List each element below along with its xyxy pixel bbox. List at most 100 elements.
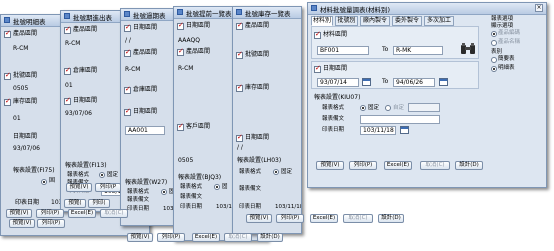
product-range-checkbox[interactable]: [4, 29, 11, 38]
batch-range-value[interactable]: 0505: [13, 85, 28, 93]
format-fixed-radio[interactable]: [360, 105, 366, 111]
date-range-label: 日期區間: [73, 97, 98, 104]
print-button[interactable]: 列印(P): [349, 161, 377, 170]
date-range-value[interactable]: / /: [125, 37, 131, 45]
excel-button[interactable]: Excel(E): [384, 161, 412, 170]
binoculars-icon[interactable]: [460, 42, 476, 55]
setup-button[interactable]: 設計(D): [455, 161, 483, 170]
preview-button[interactable]: 預覽(V): [316, 161, 344, 170]
print-button[interactable]: 列印(: [88, 199, 110, 208]
date-range-checkbox[interactable]: [314, 64, 321, 73]
report-settings-label: 報表設置(FI13): [65, 162, 107, 169]
stock-range-checkbox[interactable]: [236, 83, 243, 92]
setup-button[interactable]: 設計(D): [257, 233, 283, 242]
format-select[interactable]: [408, 103, 440, 112]
warehouse-range-checkbox[interactable]: [64, 66, 71, 75]
date-range-checkbox[interactable]: [236, 133, 243, 142]
product-range-checkbox[interactable]: [64, 25, 71, 34]
product-range-value[interactable]: R-CM: [125, 66, 140, 74]
app-icon: [311, 5, 317, 11]
print-button[interactable]: 列印(P): [276, 214, 304, 223]
opt-product-name-radio[interactable]: [491, 40, 497, 46]
warehouse-range-value[interactable]: 01: [65, 82, 73, 90]
batch-range-label: 批號區間: [245, 51, 270, 58]
date-range-checkbox[interactable]: [124, 23, 131, 32]
warehouse-range-input[interactable]: AA001: [125, 126, 165, 135]
batch-range-checkbox[interactable]: [236, 50, 243, 59]
product-range-checkbox[interactable]: [177, 47, 184, 56]
date-from-input[interactable]: 93/07/14: [317, 78, 359, 87]
tab-outsource-order[interactable]: 委外製令: [392, 16, 422, 26]
stock-range-checkbox[interactable]: [4, 97, 11, 106]
date-range-value[interactable]: AAAQQ: [178, 37, 200, 45]
report-note-label: 報表備文: [127, 197, 150, 203]
excel-button[interactable]: Excel(E): [192, 233, 220, 242]
print-date-input[interactable]: 103/11/18: [360, 126, 396, 135]
calendar-icon[interactable]: [362, 78, 371, 86]
excel-button[interactable]: Excel(E): [310, 214, 338, 223]
close-icon[interactable]: ×: [535, 4, 543, 12]
format-fixed-radio[interactable]: [273, 169, 279, 175]
material-from-input[interactable]: BF001: [317, 46, 369, 55]
tab-material[interactable]: 材料別: [311, 16, 333, 26]
report-settings-label: 報表設置(KIU07): [314, 94, 361, 101]
type-detail-radio[interactable]: [491, 66, 497, 72]
stock-range-value[interactable]: 01: [13, 115, 21, 123]
warehouse-range-checkbox[interactable]: [124, 85, 131, 94]
material-range-checkbox[interactable]: [314, 30, 321, 39]
cancel-button[interactable]: 取消(C): [224, 233, 252, 242]
preview-button[interactable]: 預覽(V): [66, 183, 92, 192]
title-bar: 材料批號量調表(材料別) ×: [308, 3, 546, 15]
customer-range-value[interactable]: 0505: [178, 157, 193, 165]
print-button[interactable]: 列印(P): [157, 233, 185, 242]
report-note-label: 報表備文: [180, 194, 203, 200]
date-to-input[interactable]: 94/06/26: [393, 78, 435, 87]
print-button[interactable]: 列印(P): [36, 209, 64, 218]
setup-button[interactable]: 設計(D): [378, 214, 404, 223]
product-range-value[interactable]: R-CM: [13, 45, 28, 53]
excel-button[interactable]: Excel(E): [68, 209, 96, 218]
product-range-value[interactable]: R-CM: [178, 65, 193, 73]
preview-button[interactable]: 預覽(: [64, 199, 86, 208]
preview-button[interactable]: 預覽(V): [9, 219, 35, 228]
tab-batch[interactable]: 批號別: [335, 16, 358, 26]
opt-product-code-radio[interactable]: [491, 31, 497, 37]
type-summary-label: 簡要表: [498, 56, 515, 62]
date-range-checkbox[interactable]: [64, 96, 71, 105]
report-note-input[interactable]: [360, 115, 440, 124]
print-date-value[interactable]: 103/11/18: [275, 203, 301, 211]
cancel-button[interactable]: 取消(C): [420, 161, 450, 170]
material-to-input[interactable]: R-MK: [393, 46, 443, 55]
date-range-checkbox[interactable]: [177, 21, 184, 30]
format-fixed-radio[interactable]: [161, 189, 167, 195]
report-settings-label: 報表設置(W27): [125, 179, 168, 186]
product-range-checkbox[interactable]: [236, 21, 243, 30]
format-custom-radio[interactable]: [385, 105, 391, 111]
format-fixed-radio[interactable]: [99, 172, 105, 178]
cancel-button[interactable]: 取消(C): [343, 214, 373, 223]
calendar-icon[interactable]: [439, 78, 448, 86]
date-range-value[interactable]: / /: [237, 144, 243, 152]
cancel-button[interactable]: 取消(C): [100, 209, 128, 218]
date-range2-checkbox[interactable]: [124, 107, 131, 116]
product-range-label: 產品區間: [73, 26, 98, 33]
print-button[interactable]: 列印(P): [37, 219, 65, 228]
date-range-value[interactable]: 93/07/06: [65, 110, 92, 118]
print-button[interactable]: 列印(P: [95, 183, 121, 192]
tab-internal-order[interactable]: 廠內製令: [360, 16, 390, 26]
preview-button[interactable]: 預覽(V): [6, 209, 32, 218]
calendar-icon[interactable]: [400, 126, 409, 134]
preview-button[interactable]: 預覽(V): [246, 214, 272, 223]
tab-multi-process[interactable]: 多次加工: [424, 16, 454, 26]
type-summary-radio[interactable]: [491, 57, 497, 63]
batch-range-checkbox[interactable]: [4, 71, 11, 80]
date-range-value[interactable]: 93/07/06: [13, 145, 40, 153]
customer-range-checkbox[interactable]: [177, 122, 184, 131]
product-range-checkbox[interactable]: [124, 48, 131, 57]
format-fixed-radio[interactable]: [214, 184, 220, 190]
report-format-label: 報表格式: [67, 172, 90, 178]
preview-button[interactable]: 預覽(V): [127, 233, 153, 242]
window-title: 批號期進出表: [73, 14, 112, 22]
format-fixed-radio[interactable]: [41, 179, 47, 185]
product-range-value[interactable]: R-CM: [65, 40, 80, 48]
